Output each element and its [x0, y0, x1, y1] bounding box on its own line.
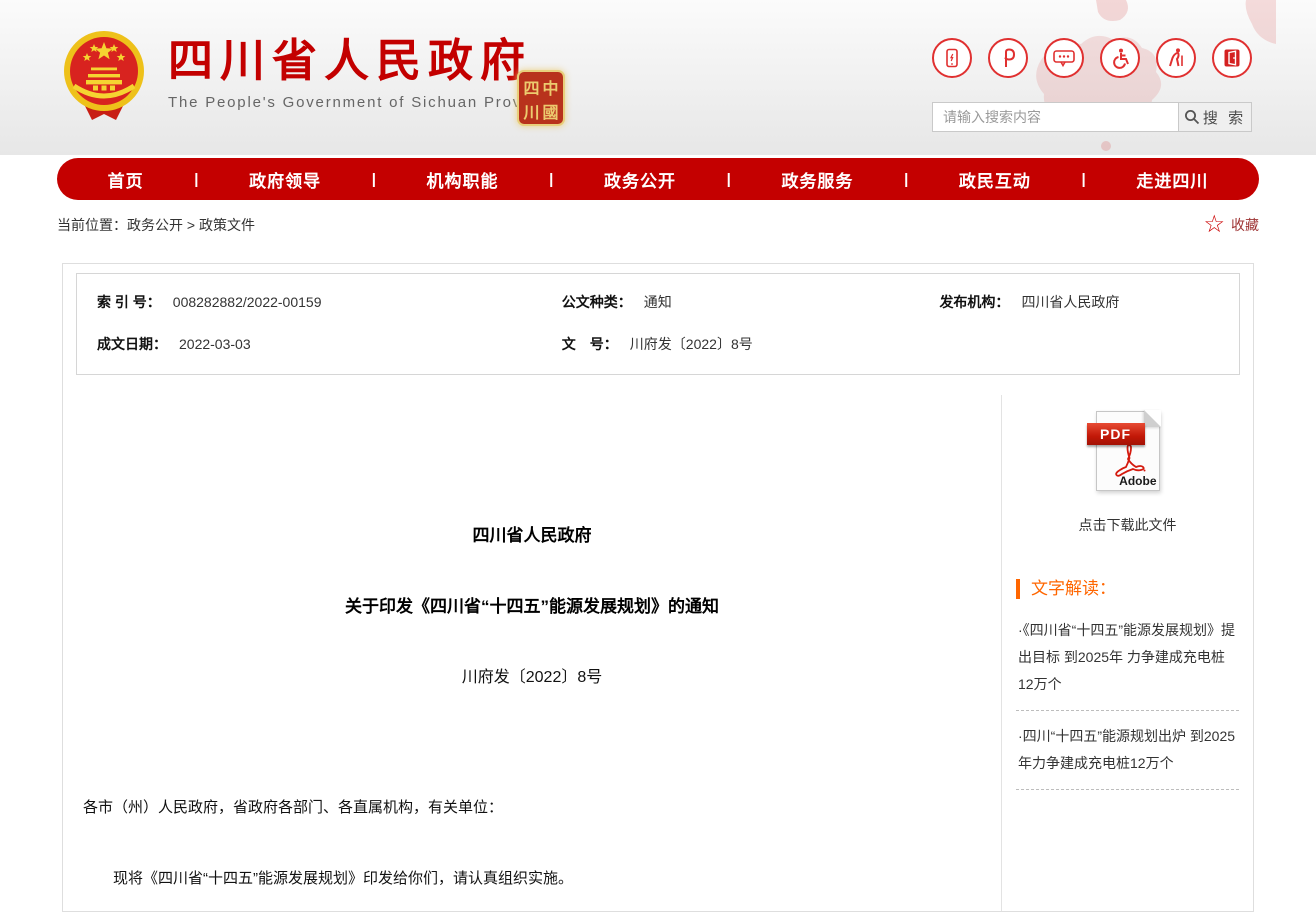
meta-doc-number: 文 号： 川府发〔2022〕8号	[542, 334, 920, 354]
site-subtitle: The People's Government of Sichuan Provi…	[168, 94, 557, 111]
adobe-label: Adobe	[1119, 474, 1156, 488]
nav-separator: |	[372, 171, 376, 188]
meta-value: 通知	[644, 292, 672, 312]
message-icon[interactable]	[1044, 38, 1084, 78]
interpretation-link[interactable]: ·四川“十四五”能源规划出炉 到2025年力争建成充电桩12万个	[1016, 711, 1239, 790]
header-right: 搜 索	[932, 38, 1252, 132]
breadcrumb-link-gov-info[interactable]: 政务公开	[127, 217, 183, 233]
pdf-download[interactable]: PDF Adobe 点击下载此文件	[1016, 411, 1239, 535]
door-icon[interactable]	[1212, 38, 1252, 78]
meta-issue-date: 成文日期： 2022-03-03	[77, 334, 542, 354]
nav-separator: |	[549, 171, 553, 188]
search-icon	[1184, 109, 1200, 125]
nav-item-interaction[interactable]: 政民互动	[959, 167, 1031, 192]
nav-item-functions[interactable]: 机构职能	[427, 167, 499, 192]
breadcrumb-row: 当前位置：政务公开 > 政策文件 ☆ 收藏	[57, 200, 1259, 250]
meta-label: 成文日期：	[97, 334, 167, 354]
search-button[interactable]: 搜 索	[1178, 102, 1252, 132]
meta-value: 2022-03-03	[179, 336, 251, 352]
favorite-button[interactable]: ☆ 收藏	[1203, 213, 1259, 237]
meta-doc-type: 公文种类： 通知	[542, 292, 920, 312]
meta-index-number: 索 引 号： 008282882/2022-00159	[77, 292, 542, 312]
site-header: 四川省人民政府 The People's Government of Sichu…	[0, 0, 1316, 155]
content-box: 索 引 号： 008282882/2022-00159 公文种类： 通知 发布机…	[62, 263, 1254, 912]
sidebar: PDF Adobe 点击下载此文件 文字解读： ·《四川省“十四五”能源发展规划…	[1001, 395, 1253, 912]
brand: 四川省人民政府 The People's Government of Sichu…	[62, 30, 557, 122]
china-sichuan-seal: 四 中 川 國	[517, 70, 565, 126]
star-icon: ☆	[1203, 213, 1225, 237]
meta-label: 公文种类：	[562, 292, 632, 312]
p-badge-icon[interactable]	[988, 38, 1028, 78]
brand-text: 四川省人民政府 The People's Government of Sichu…	[168, 30, 557, 111]
seal-char: 川	[523, 99, 539, 123]
interpretation-header: 文字解读：	[1016, 579, 1239, 599]
nav-item-leaders[interactable]: 政府领导	[249, 167, 321, 192]
quick-icons	[932, 38, 1252, 78]
meta-value: 川府发〔2022〕8号	[630, 334, 753, 354]
article-title-line2: 关于印发《四川省“十四五”能源发展规划》的通知	[83, 592, 981, 617]
interpretation-section: 文字解读： ·《四川省“十四五”能源发展规划》提出目标 到2025年 力争建成充…	[1016, 579, 1239, 790]
mobile-icon[interactable]	[932, 38, 972, 78]
breadcrumb-separator: >	[187, 217, 195, 233]
meta-label: 发布机构：	[939, 292, 1009, 312]
meta-empty-cell	[919, 334, 1239, 354]
breadcrumb-prefix: 当前位置：	[57, 217, 127, 233]
article-paragraph: 各市（州）人民政府，省政府各部门、各直属机构，有关单位：	[83, 797, 981, 820]
nav-item-home[interactable]: 首页	[108, 167, 144, 192]
interpretation-list: ·《四川省“十四五”能源发展规划》提出目标 到2025年 力争建成充电桩12万个…	[1016, 605, 1239, 790]
article-title-line1: 四川省人民政府	[83, 521, 981, 546]
pdf-file-icon: PDF Adobe	[1096, 411, 1160, 491]
breadcrumb-link-policy-docs[interactable]: 政策文件	[199, 217, 255, 233]
search-input[interactable]	[932, 102, 1178, 132]
elderly-mode-icon[interactable]	[1156, 38, 1196, 78]
seal-char: 國	[542, 99, 558, 123]
document-metadata: 索 引 号： 008282882/2022-00159 公文种类： 通知 发布机…	[76, 273, 1240, 375]
seal-char: 四	[523, 75, 539, 99]
meta-label: 文 号：	[562, 334, 618, 354]
adobe-reader-icon	[1110, 443, 1148, 477]
meta-value: 四川省人民政府	[1021, 292, 1119, 312]
nav-separator: |	[194, 171, 198, 188]
nav-item-about-sichuan[interactable]: 走进四川	[1136, 167, 1208, 192]
nav-separator: |	[904, 171, 908, 188]
nav-item-services[interactable]: 政务服务	[781, 167, 853, 192]
page: 四川省人民政府 The People's Government of Sichu…	[0, 0, 1316, 912]
page-fold-corner	[1144, 410, 1161, 427]
article-doc-number: 川府发〔2022〕8号	[83, 663, 981, 687]
article-paragraph: 现将《四川省“十四五”能源发展规划》印发给你们，请认真组织实施。	[83, 868, 981, 891]
document-article: 四川省人民政府 关于印发《四川省“十四五”能源发展规划》的通知 川府发〔2022…	[63, 395, 1001, 912]
accessibility-icon[interactable]	[1100, 38, 1140, 78]
site-title: 四川省人民政府	[168, 36, 557, 86]
meta-issuing-agency: 发布机构： 四川省人民政府	[919, 292, 1239, 312]
seal-char: 中	[542, 75, 558, 99]
nav-separator: |	[1082, 171, 1086, 188]
breadcrumb: 当前位置：政务公开 > 政策文件	[57, 215, 255, 235]
national-emblem-logo	[62, 30, 146, 122]
main-row: 四川省人民政府 关于印发《四川省“十四五”能源发展规划》的通知 川府发〔2022…	[63, 395, 1253, 912]
nav-separator: |	[727, 171, 731, 188]
main-nav: 首页 | 政府领导 | 机构职能 | 政务公开 | 政务服务 | 政民互动 | …	[57, 158, 1259, 200]
interpretation-link[interactable]: ·《四川省“十四五”能源发展规划》提出目标 到2025年 力争建成充电桩12万个	[1016, 605, 1239, 711]
pdf-badge: PDF	[1087, 423, 1145, 445]
meta-value: 008282882/2022-00159	[173, 294, 322, 310]
search-button-label: 搜 索	[1203, 107, 1246, 128]
nav-item-gov-info[interactable]: 政务公开	[604, 167, 676, 192]
search-bar: 搜 索	[932, 102, 1252, 132]
favorite-label: 收藏	[1231, 215, 1259, 235]
download-label: 点击下载此文件	[1016, 515, 1239, 535]
meta-label: 索 引 号：	[97, 292, 161, 312]
